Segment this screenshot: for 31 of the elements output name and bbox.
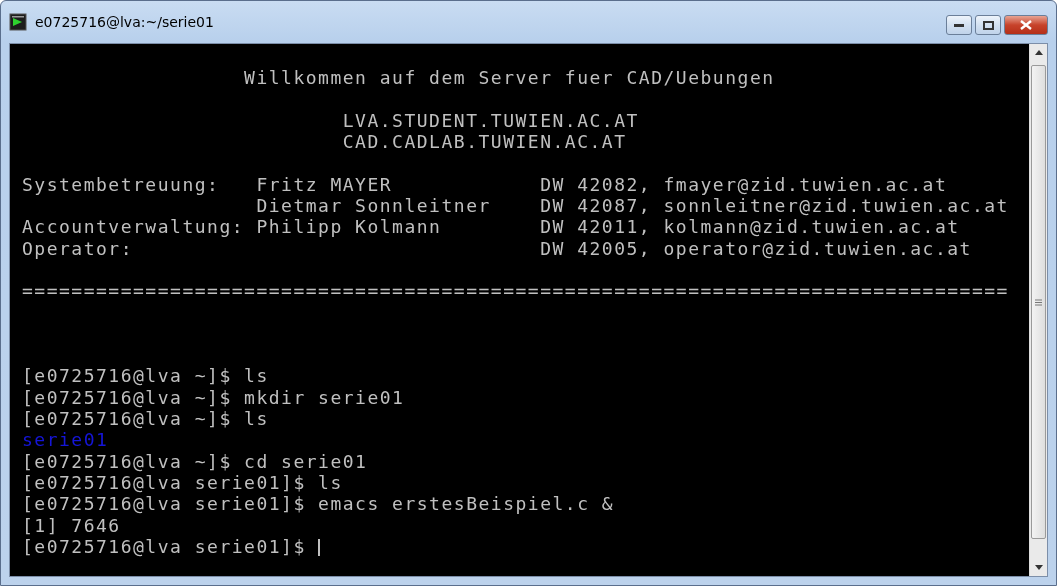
scroll-thumb[interactable] — [1031, 65, 1046, 539]
close-button[interactable] — [1004, 15, 1048, 35]
terminal-line: [e0725716@lva ~]$ ls — [22, 408, 269, 430]
window-title: e0725716@lva:~/serie01 — [35, 14, 215, 30]
grip-icon — [1035, 298, 1042, 306]
close-icon — [1020, 20, 1032, 30]
terminal-line: [e0725716@lva ~]$ mkdir serie01 — [22, 386, 405, 408]
terminal-icon — [9, 13, 27, 31]
terminal-line: [e0725716@lva serie01]$ emacs erstesBeispiel.c & — [22, 493, 615, 515]
terminal-line: [e0725716@lva ~]$ ls — [22, 365, 269, 387]
terminal-line: ================================================================================ — [22, 280, 1009, 302]
terminal-line: Operator: DW 42005, operator@zid.tuwien.ac.at — [22, 237, 972, 259]
maximize-icon — [982, 20, 994, 30]
scrollbar[interactable] — [1029, 44, 1047, 576]
terminal-line: [1] 7646 — [22, 514, 121, 536]
up-arrow-icon[interactable] — [1034, 50, 1043, 55]
minimize-button[interactable] — [946, 15, 972, 35]
terminal-line: [e0725716@lva ~]$ cd serie01 — [22, 450, 368, 472]
prompt-line[interactable]: [e0725716@lva serie01]$ — [22, 535, 319, 557]
down-arrow-icon[interactable] — [1034, 565, 1043, 570]
directory-name: serie01 — [22, 429, 109, 451]
maximize-button[interactable] — [975, 15, 1001, 35]
terminal-line: [e0725716@lva serie01]$ ls — [22, 471, 343, 493]
terminal-line: Systembetreuung: Fritz MAYER DW 42082, fmayer@zid.tuwien.ac.at — [22, 173, 948, 195]
minimize-icon — [954, 23, 964, 27]
terminal-line: Willkommen auf dem Server fuer CAD/Uebungen — [243, 67, 775, 89]
text-cursor — [318, 538, 321, 556]
terminal-line: Dietmar Sonnleitner DW 42087, sonnleitner@zid.tuwien.ac.at — [255, 195, 1009, 217]
terminal-line: Accountverwaltung: Philipp Kolmann DW 42011, kolmann@zid.tuwien.ac.at — [22, 216, 960, 238]
terminal-line: LVA.STUDENT.TUWIEN.AC.AT — [341, 109, 639, 131]
terminal-line: CAD.CADLAB.TUWIEN.AC.AT — [341, 131, 627, 153]
